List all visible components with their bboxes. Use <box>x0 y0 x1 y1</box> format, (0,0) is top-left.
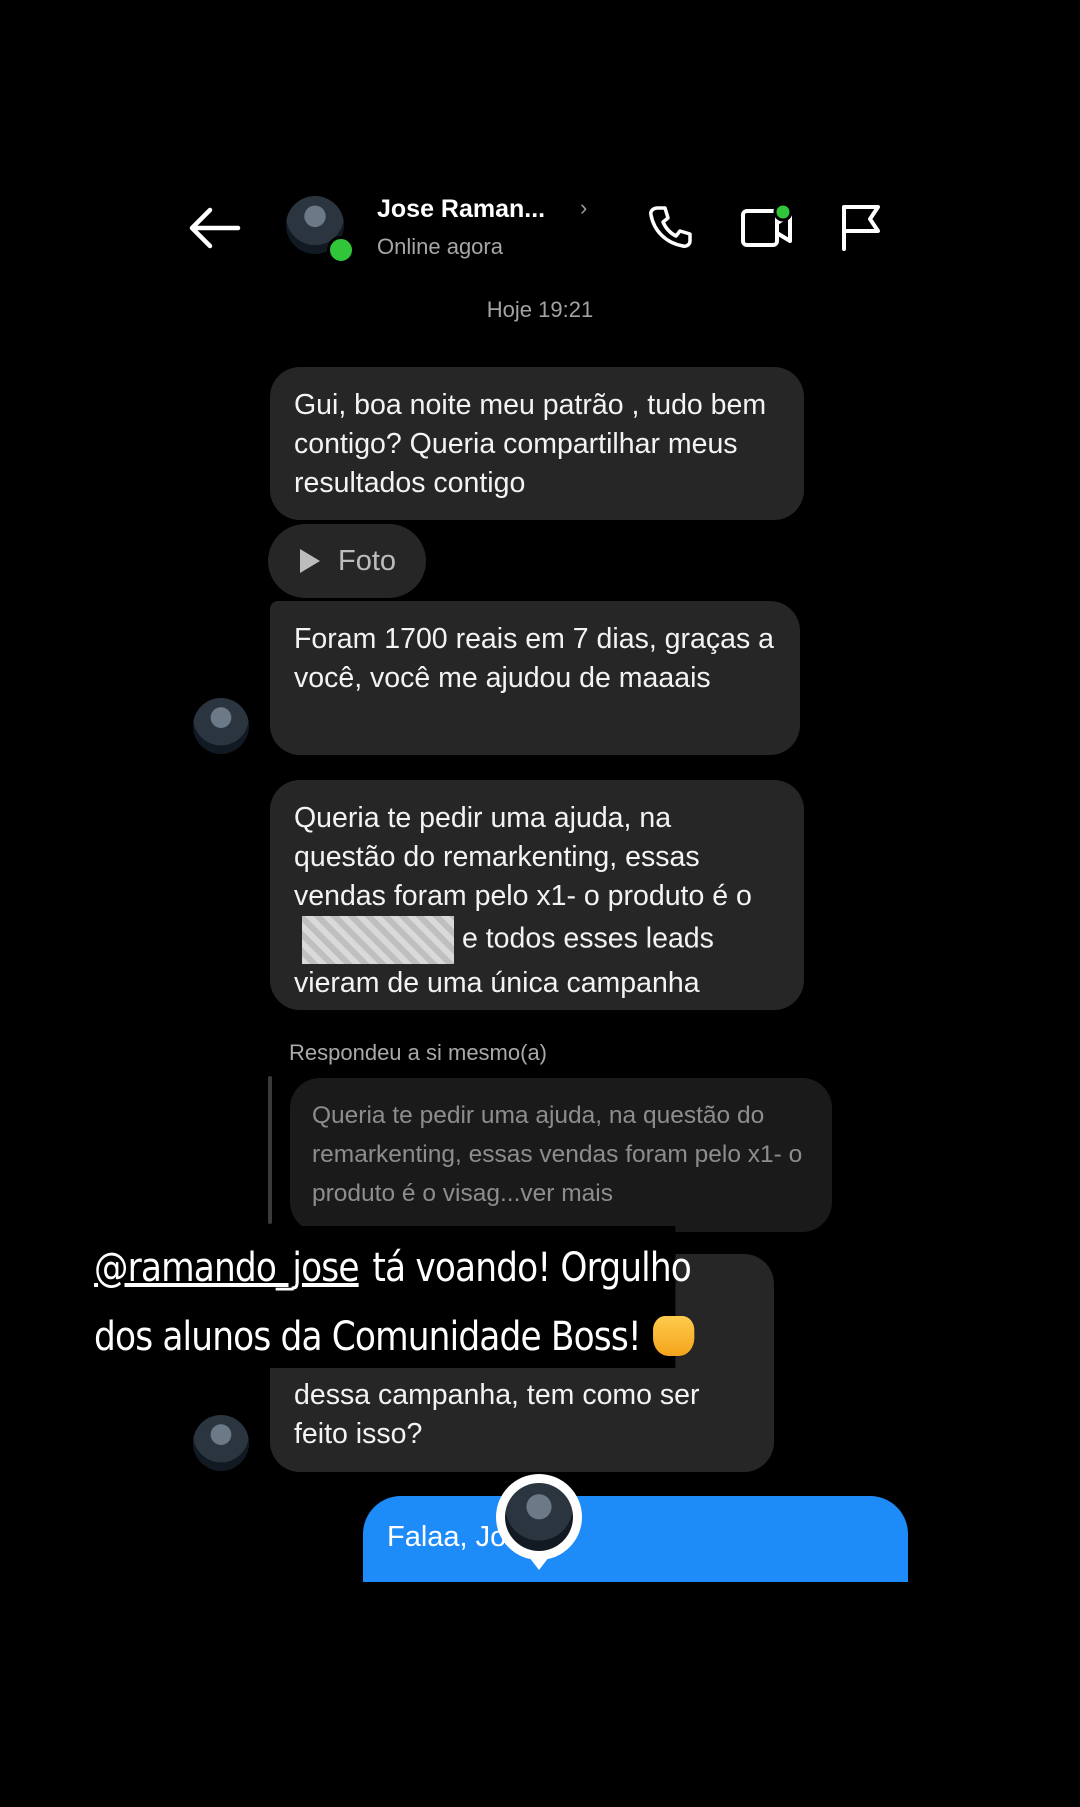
photo-label: Foto <box>338 544 397 577</box>
fist-emoji-icon <box>652 1316 695 1356</box>
pin-avatar <box>505 1483 573 1551</box>
redacted-block <box>302 916 454 964</box>
chevron-right-icon[interactable]: › <box>580 195 587 221</box>
video-call-icon[interactable] <box>740 203 796 251</box>
pin-tip <box>522 1548 556 1570</box>
phone-icon[interactable] <box>646 203 694 251</box>
caption-text: tá voando! Orgulho <box>372 1245 691 1291</box>
play-icon <box>300 549 320 573</box>
reply-indicator-bar <box>268 1076 272 1224</box>
quoted-message[interactable]: Queria te pedir uma ajuda, na questão do… <box>290 1078 832 1232</box>
flag-icon[interactable] <box>838 203 884 251</box>
online-status-dot <box>327 236 355 264</box>
contact-status: Online agora <box>377 234 503 259</box>
back-arrow-icon[interactable] <box>186 205 242 251</box>
incoming-message[interactable]: Foram 1700 reais em 7 dias, graças a voc… <box>270 601 800 755</box>
incoming-message[interactable]: Queria te pedir uma ajuda, na questão do… <box>270 780 804 1010</box>
incoming-message[interactable]: Gui, boa noite meu patrão , tudo bem con… <box>270 367 804 520</box>
caption-line-1: @ramando_jose tá voando! Orgulho <box>94 1234 692 1303</box>
contact-name[interactable]: Jose Raman... <box>377 195 545 224</box>
story-caption: @ramando_jose tá voando! Orgulho dos alun… <box>82 1226 695 1368</box>
caption-line-2: dos alunos da Comunidade Boss! <box>94 1303 695 1372</box>
outgoing-message[interactable]: Falaa, Jo <box>363 1496 908 1582</box>
sender-avatar[interactable] <box>193 1415 249 1471</box>
photo-attachment[interactable]: Foto <box>268 524 426 598</box>
user-mention[interactable]: @ramando_jose <box>94 1245 359 1291</box>
sender-avatar[interactable] <box>193 698 249 754</box>
caption-text: dos alunos da Comunidade Boss! <box>94 1314 642 1360</box>
reply-label: Respondeu a si mesmo(a) <box>289 1040 548 1065</box>
message-text: Queria te pedir uma ajuda, na questão do… <box>294 802 752 912</box>
conversation-timestamp: Hoje 19:21 <box>486 297 594 322</box>
